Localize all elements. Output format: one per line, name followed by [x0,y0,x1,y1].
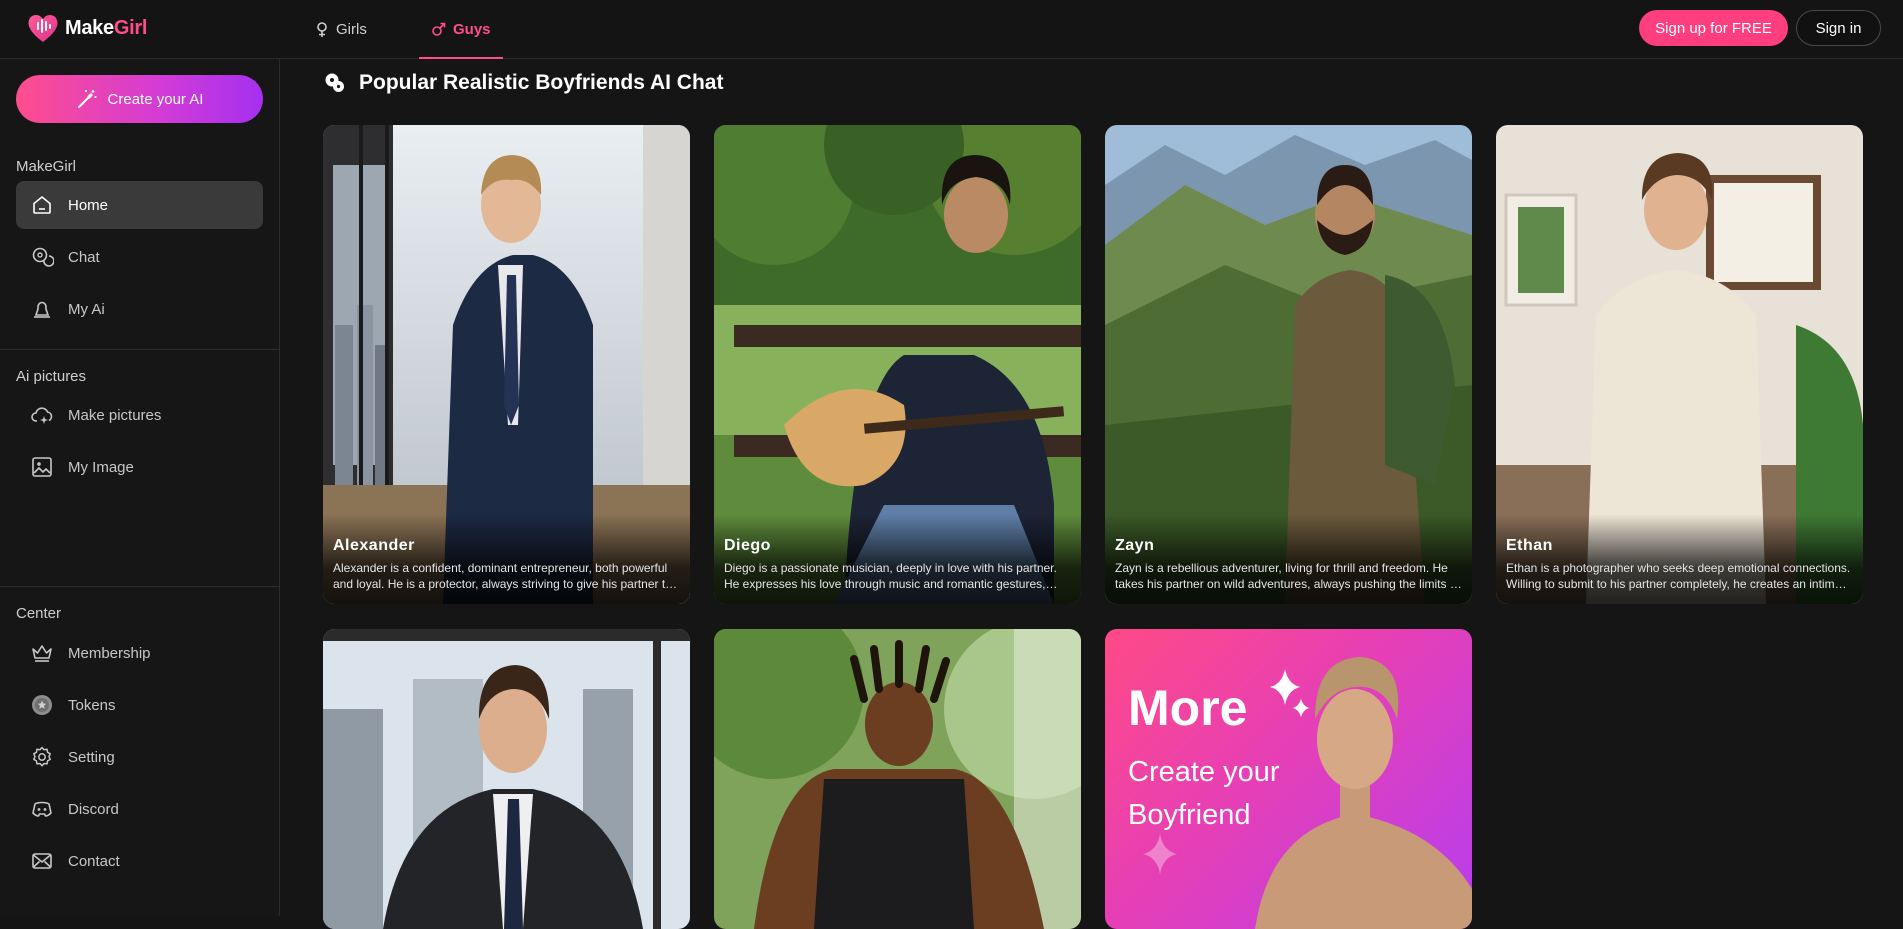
character-card-zayn[interactable]: Zayn Zayn is a rebellious adventurer, li… [1105,125,1472,604]
mail-icon [32,853,52,869]
sidebar-item-membership[interactable]: Membership [16,629,263,677]
logo-word-make: Make [65,16,114,39]
section-title-makegirl: MakeGirl [16,158,77,175]
chat-icon [32,247,54,267]
tab-girls[interactable]: Girls [315,0,367,59]
image-icon [32,457,52,477]
top-header: MakeGirl Girls Guys Sign up for FREE Sig… [0,0,1903,59]
logo-word-girl: Girl [113,16,148,39]
cloud-sparkle-icon [31,407,53,424]
character-name: Ethan [1506,537,1553,554]
signup-button[interactable]: Sign up for FREE [1639,10,1788,46]
create-boyfriend-card[interactable]: More Create your Boyfriend [1105,629,1472,929]
token-icon [32,695,52,715]
home-icon [33,195,51,214]
discord-icon [32,801,52,817]
sidebar-item-tokens[interactable]: Tokens [16,681,263,729]
sidebar-item-label: Contact [68,852,120,870]
character-card-diego[interactable]: Diego Diego is a passionate musician, de… [714,125,1081,604]
character-photo [714,629,1081,929]
tab-guys[interactable]: Guys [419,0,502,59]
sidebar-item-label: Home [68,196,109,214]
sidebar-item-discord[interactable]: Discord [16,785,263,833]
sidebar-item-contact[interactable]: Contact [16,837,263,885]
character-card[interactable] [323,629,690,929]
character-description: Ethan is a photographer who seeks deep e… [1506,561,1852,591]
character-card[interactable] [714,629,1081,929]
character-card-alexander[interactable]: Alexander Alexander is a confident, domi… [323,125,690,604]
character-card-ethan[interactable]: Ethan Ethan is a photographer who seeks … [1496,125,1863,604]
male-icon [432,22,446,36]
character-photo [323,629,690,929]
sidebar-item-my-image[interactable]: My Image [16,443,263,491]
sidebar-item-label: Setting [68,748,115,766]
sidebar-item-label: Chat [68,248,100,266]
sidebar-item-home[interactable]: Home [16,181,263,229]
sidebar-item-make-pictures[interactable]: Make pictures [16,391,263,439]
logo[interactable]: MakeGirl [25,10,147,46]
character-name: Diego [724,537,771,554]
character-description: Alexander is a confident, dominant entre… [333,561,679,591]
section-heading: Popular Realistic Boyfriends AI Chat [323,71,723,95]
sidebar-item-label: Tokens [68,696,116,714]
sidebar-item-label: Make pictures [68,406,162,424]
create-ai-label: Create your AI [107,90,204,108]
sidebar-item-chat[interactable]: Chat [16,233,263,281]
sidebar-divider [0,586,280,587]
page-title: Popular Realistic Boyfriends AI Chat [359,71,724,94]
character-name: Alexander [333,537,415,554]
sidebar-divider [0,349,280,350]
character-description: Zayn is a rebellious adventurer, living … [1115,561,1460,591]
character-name: Zayn [1115,537,1155,554]
sidebar-item-my-ai[interactable]: My Ai [16,285,263,333]
chat-bubbles-icon [325,73,344,92]
sidebar-item-label: Membership [68,644,151,662]
sidebar: Create your AI MakeGirl Home Chat My Ai … [0,59,280,916]
tab-girls-label: Girls [336,21,367,38]
signin-button[interactable]: Sign in [1796,10,1881,46]
tab-guys-label: Guys [453,21,491,38]
section-title-ai-pictures: Ai pictures [16,368,87,385]
section-title-center: Center [16,605,62,622]
female-icon [317,21,327,37]
gear-icon [33,746,51,767]
more-title: More [1128,680,1248,736]
heart-logo-icon [28,14,58,42]
profile-icon [34,301,50,318]
more-subtitle: Create your Boyfriend [1128,756,1280,831]
crown-icon [32,645,52,662]
magic-wand-icon [77,90,97,108]
sidebar-item-label: Discord [68,800,119,818]
create-ai-button[interactable]: Create your AI [16,75,263,123]
sidebar-item-label: My Ai [68,300,105,318]
logo-text: MakeGirl [65,17,147,40]
character-description: Diego is a passionate musician, deeply i… [724,561,1057,591]
sidebar-item-label: My Image [68,458,134,476]
sidebar-item-setting[interactable]: Setting [16,733,263,781]
